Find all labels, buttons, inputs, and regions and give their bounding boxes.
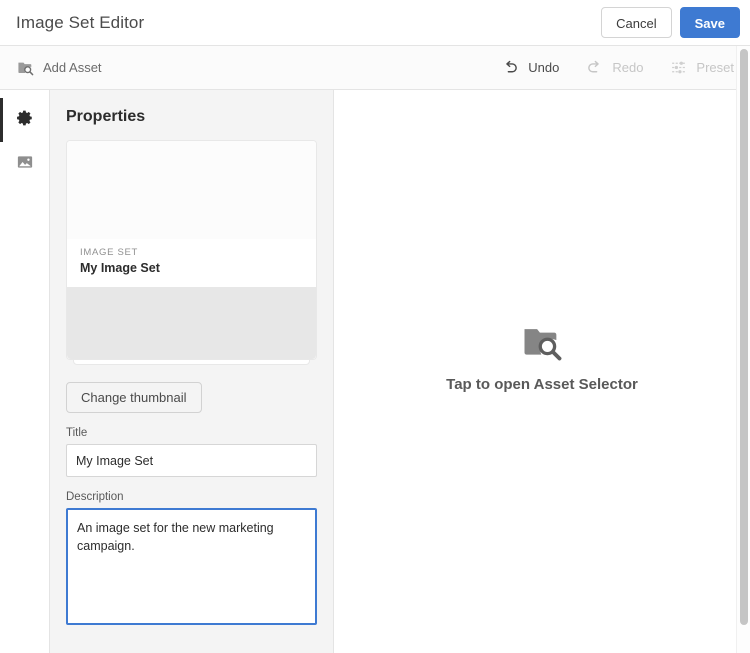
save-button[interactable]: Save: [679, 7, 740, 38]
title-input[interactable]: [66, 444, 317, 477]
header-actions: Cancel Save: [601, 7, 740, 38]
asset-canvas[interactable]: Tap to open Asset Selector: [334, 90, 750, 653]
add-asset-button[interactable]: Add Asset: [16, 59, 102, 77]
cancel-button[interactable]: Cancel: [601, 7, 672, 38]
preset-button[interactable]: Preset: [669, 59, 734, 77]
card-gray-block: [67, 287, 316, 359]
properties-panel: Properties IMAGE SET My Image Set Change…: [50, 90, 334, 653]
sidebar-item-properties[interactable]: [0, 98, 50, 142]
card-image-placeholder: [67, 141, 316, 239]
app-header: Image Set Editor Cancel Save: [0, 0, 750, 46]
asset-selector-label: Tap to open Asset Selector: [446, 376, 638, 393]
description-wrapper: [66, 508, 317, 630]
title-field-label: Title: [66, 427, 88, 439]
sliders-icon: [669, 59, 687, 77]
card-meta: IMAGE SET My Image Set: [67, 239, 316, 287]
thumbnail-card[interactable]: IMAGE SET My Image Set: [66, 140, 317, 360]
image-set-editor-window: Image Set Editor Cancel Save Add Asset U…: [0, 0, 750, 653]
undo-label: Undo: [528, 60, 560, 75]
folder-search-icon: [521, 320, 563, 367]
vertical-scrollbar-track[interactable]: [736, 46, 750, 653]
change-thumbnail-button[interactable]: Change thumbnail: [66, 382, 202, 413]
card-type-label: IMAGE SET: [80, 247, 139, 258]
thumbnail-card-stack: IMAGE SET My Image Set: [66, 140, 317, 365]
editor-body: Properties IMAGE SET My Image Set Change…: [0, 90, 750, 653]
editor-toolbar: Add Asset Undo Redo Preset: [0, 46, 750, 90]
description-field-block: Description: [66, 491, 317, 630]
toolbar-right-group: Undo Redo Preset: [501, 59, 734, 77]
folder-search-icon: [16, 59, 34, 77]
description-field-label: Description: [66, 491, 124, 503]
properties-heading: Properties: [66, 108, 146, 125]
page-title: Image Set Editor: [16, 12, 145, 32]
add-asset-label: Add Asset: [43, 60, 102, 75]
gear-icon: [16, 109, 34, 132]
asset-selector-drop-target[interactable]: Tap to open Asset Selector: [446, 320, 638, 393]
image-icon: [16, 153, 34, 176]
redo-arrow-icon: [585, 59, 603, 77]
redo-button[interactable]: Redo: [585, 59, 643, 77]
toolbar-left-group: Add Asset: [16, 59, 501, 77]
redo-label: Redo: [612, 60, 644, 75]
undo-button[interactable]: Undo: [501, 59, 559, 77]
left-rail: [0, 90, 50, 653]
card-title-label: My Image Set: [80, 261, 160, 275]
undo-arrow-icon: [501, 59, 519, 77]
title-field-block: Title: [66, 427, 317, 477]
preset-label: Preset: [696, 60, 734, 75]
sidebar-item-assets[interactable]: [0, 142, 50, 186]
vertical-scrollbar-thumb[interactable]: [740, 49, 748, 625]
description-textarea[interactable]: [66, 508, 317, 625]
